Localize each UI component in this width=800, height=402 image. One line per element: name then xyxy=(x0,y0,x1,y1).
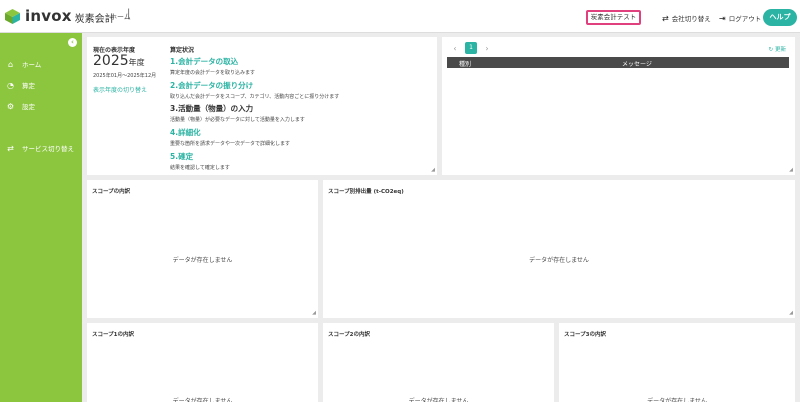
scope2-card: スコープ2の内訳 データが存在しません xyxy=(323,323,554,402)
empty-message: データが存在しません xyxy=(408,398,469,402)
step-item: 3.活動量（物量）の入力 活動量（物量）が必要なデータに対して活動量を入力します xyxy=(170,103,305,123)
step-title-link[interactable]: 4.詳細化 xyxy=(170,127,290,138)
refresh-icon: ↻ xyxy=(768,47,774,53)
sidebar-item-home[interactable]: ⌂ ホーム xyxy=(5,59,42,70)
year-suffix: 年度 xyxy=(128,58,145,67)
sidebar-item-label: ホーム xyxy=(22,61,42,69)
column-header-message: メッセージ xyxy=(622,61,652,68)
pie-chart-icon: ◔ xyxy=(7,80,14,90)
sidebar-item-settings[interactable]: ⚙ 設定 xyxy=(5,101,35,112)
step-item: 5.確定 結果を確認して確定します xyxy=(170,151,230,171)
status-panel: 現在の表示年度 2025年度 2025年01月～2025年12月 表示年度の切り… xyxy=(87,37,437,175)
scope3-card: スコープ3の内訳 データが存在しません xyxy=(559,323,795,402)
year-value: 2025 xyxy=(93,53,129,69)
app-logo[interactable]: invox 炭素会計 xyxy=(4,7,115,25)
empty-message: データが存在しません xyxy=(172,398,233,402)
step-item: 2.会計データの振り分け 取り込んだ会計データをスコープ、カテゴリ、活動内容ごと… xyxy=(170,80,339,100)
resize-handle-icon[interactable]: ◢ xyxy=(789,310,793,316)
sidebar-item-label: 算定 xyxy=(22,82,35,90)
card-title: スコープの内訳 xyxy=(92,189,131,195)
prev-page-icon[interactable]: ‹ xyxy=(450,44,460,53)
card-title: スコープ2の内訳 xyxy=(328,332,370,338)
sidebar-item-label: 設定 xyxy=(22,103,35,111)
sidebar-item-service-switch[interactable]: ⇄ サービス切り替え xyxy=(5,143,74,154)
steps-label: 算定状況 xyxy=(170,47,195,54)
sidebar-item-calculation[interactable]: ◔ 算定 xyxy=(5,80,35,91)
step-item: 1.会計データの取込 算定年度の会計データを取り込みます xyxy=(170,56,255,76)
step-title-link[interactable]: 1.会計データの取込 xyxy=(170,56,255,67)
company-name-badge[interactable]: 炭素会計テスト xyxy=(586,10,641,25)
refresh-label: 更新 xyxy=(774,47,786,53)
next-page-icon[interactable]: › xyxy=(482,44,492,53)
step-desc: 取り込んだ会計データをスコープ、カテゴリ、活動内容ごとに振り分けます xyxy=(170,94,340,100)
step-title-link[interactable]: 5.確定 xyxy=(170,151,230,162)
home-icon: ⌂ xyxy=(7,59,14,69)
refresh-button[interactable]: ↻ 更新 xyxy=(769,45,786,53)
sidebar-collapse-icon[interactable]: ‹ xyxy=(68,38,77,47)
logo-wordmark: invox xyxy=(25,7,72,25)
logout-icon: ⇥ xyxy=(719,13,726,23)
step-title-link[interactable]: 2.会計データの振り分け xyxy=(170,80,339,91)
pagination: ‹ 1 › xyxy=(450,42,492,54)
period-year: 2025年度 xyxy=(93,53,145,69)
swap-icon: ⇄ xyxy=(7,143,14,153)
step-title-current: 3.活動量（物量）の入力 xyxy=(170,104,254,113)
scope-breakdown-card: スコープの内訳 データが存在しません ◢ xyxy=(87,180,318,318)
resize-handle-icon[interactable]: ◢ xyxy=(789,167,793,173)
logo-subtitle: 炭素会計 xyxy=(74,13,115,25)
step-desc: 算定年度の会計データを取り込みます xyxy=(170,70,256,76)
step-desc: 活動量（物量）が必要なデータに対して活動量を入力します xyxy=(170,117,305,123)
gear-icon: ⚙ xyxy=(6,101,15,111)
messages-panel: ‹ 1 › ↻ 更新 種別 メッセージ ◢ xyxy=(442,37,795,175)
logout-label: ログアウト xyxy=(728,15,762,23)
step-desc: 結果を確認して確定します xyxy=(170,165,230,171)
empty-message: データが存在しません xyxy=(647,398,707,402)
help-button[interactable]: ヘルプ xyxy=(763,9,797,26)
step-desc: 重要な箇所を請求データや一次データで詳細化します xyxy=(170,141,291,147)
period-range: 2025年01月～2025年12月 xyxy=(93,73,157,79)
scope1-card: スコープ1の内訳 データが存在しません xyxy=(87,323,318,402)
card-title: スコープ3の内訳 xyxy=(564,332,606,338)
messages-table-header: 種別 メッセージ xyxy=(447,57,789,68)
logout-button[interactable]: ⇥ ログアウト xyxy=(719,13,762,24)
sidebar: ‹ ⌂ ホーム ◔ 算定 ⚙ 設定 ⇄ サービス切り替え xyxy=(0,33,82,402)
logo-cube-icon xyxy=(4,8,21,25)
column-header-type: 種別 xyxy=(459,61,472,68)
switch-company-button[interactable]: ⇄ 会社切り替え xyxy=(662,13,711,24)
text-cursor-icon: │ xyxy=(126,10,132,20)
card-title: スコープ1の内訳 xyxy=(92,332,134,338)
scope-emissions-card: スコープ別排出量 (t-CO2eq) データが存在しません ◢ xyxy=(323,180,795,318)
sidebar-item-label: サービス切り替え xyxy=(22,145,74,153)
top-header: invox 炭素会計 ホーム │ 炭素会計テスト ⇄ 会社切り替え ⇥ ログアウ… xyxy=(0,0,800,33)
card-title: スコープ別排出量 (t-CO2eq) xyxy=(328,189,404,195)
page-number-button[interactable]: 1 xyxy=(465,42,477,54)
empty-message: データが存在しません xyxy=(529,257,589,264)
swap-users-icon: ⇄ xyxy=(662,13,669,23)
resize-handle-icon[interactable]: ◢ xyxy=(431,167,435,173)
switch-year-link[interactable]: 表示年度の切り替え xyxy=(93,85,147,94)
switch-company-label: 会社切り替え xyxy=(671,15,711,23)
resize-handle-icon[interactable]: ◢ xyxy=(312,310,316,316)
step-item: 4.詳細化 重要な箇所を請求データや一次データで詳細化します xyxy=(170,127,290,147)
empty-message: データが存在しません xyxy=(172,257,233,264)
